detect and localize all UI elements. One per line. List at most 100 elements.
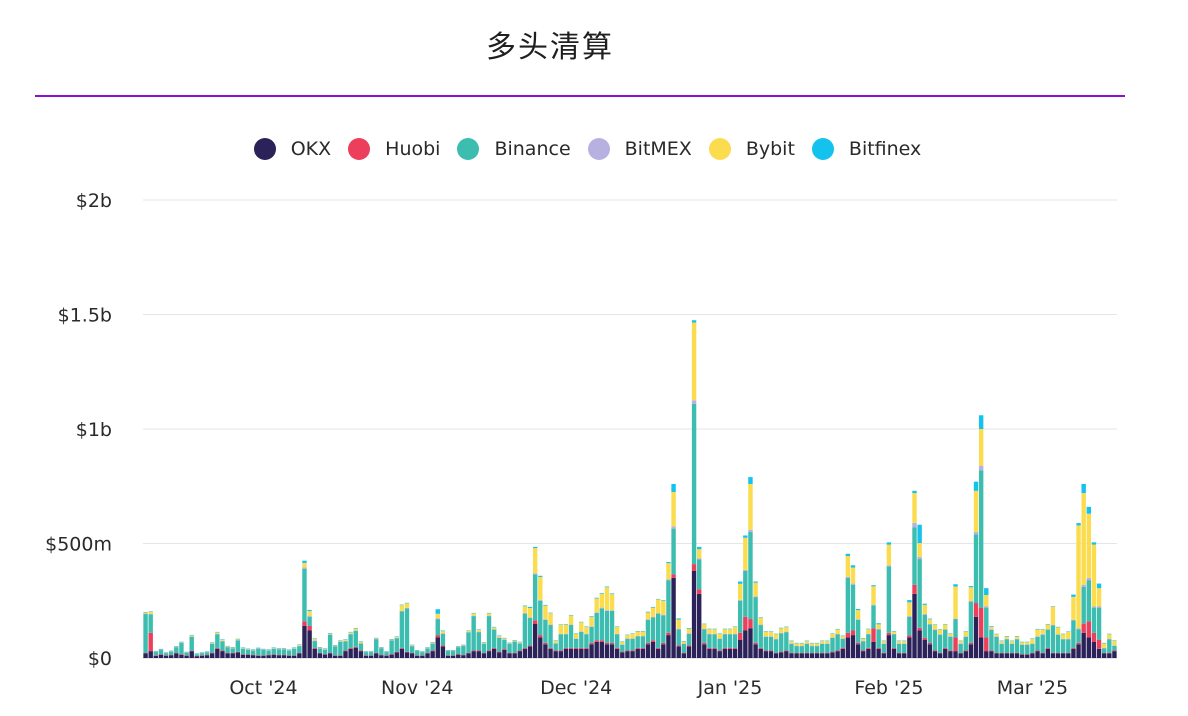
- bar-segment-bitfinex: [220, 639, 225, 640]
- bar-segment-bitfinex: [702, 623, 707, 625]
- bar-segment-binance: [825, 643, 830, 653]
- bar-segment-huobi: [732, 647, 738, 649]
- bar-segment-binance: [814, 646, 820, 653]
- bar-segment-bitmex: [630, 638, 635, 640]
- bar-segment-okx: [907, 637, 912, 658]
- bar-segment-bybit: [358, 641, 364, 644]
- bar-segment-bybit: [958, 641, 963, 644]
- bar-segment-huobi: [994, 652, 999, 654]
- bar-segment-binance: [210, 643, 215, 653]
- bar-segment-bitmex: [317, 648, 323, 649]
- bar-segment-bitfinex: [809, 642, 815, 644]
- bar-segment-binance: [215, 634, 220, 648]
- bar-segment-bybit: [435, 613, 440, 619]
- bar-segment-huobi: [1045, 647, 1050, 649]
- bar-segment-bitmex: [589, 626, 594, 627]
- bar-segment-bybit: [902, 641, 907, 644]
- bar-segment-binance: [681, 643, 687, 653]
- bar-segment-bitfinex: [686, 628, 692, 629]
- bar-segment-huobi: [1066, 652, 1071, 654]
- bar-segment-bitmex: [261, 649, 266, 651]
- bar-segment-bitfinex: [676, 618, 681, 620]
- bar-segment-bitmex: [645, 619, 651, 620]
- bar-segment-bitmex: [1019, 644, 1025, 645]
- bar-segment-bitfinex: [245, 648, 251, 650]
- bar-segment-okx: [1050, 653, 1056, 658]
- bar-segment-okx: [404, 652, 410, 658]
- bar-segment-bitfinex: [225, 645, 230, 647]
- bar-segment-binance: [932, 629, 938, 651]
- bar-segment-bitfinex: [779, 627, 784, 629]
- bar-segment-bybit: [753, 582, 758, 597]
- bar-segment-huobi: [1019, 654, 1025, 655]
- bar-segment-okx: [322, 654, 328, 658]
- bar-segment-binance: [691, 403, 697, 565]
- bar-segment-huobi: [502, 649, 507, 650]
- bar-segment-huobi: [779, 651, 784, 653]
- bar-segment-bitmex: [179, 642, 184, 644]
- bar-segment-bitmex: [650, 616, 656, 618]
- bar-segment-okx: [953, 651, 958, 658]
- bar-segment-binance: [158, 649, 164, 655]
- bar-segment-bybit: [655, 599, 661, 614]
- bar-segment-huobi: [179, 654, 184, 655]
- bar-segment-binance: [497, 637, 502, 652]
- bar-segment-okx: [399, 648, 405, 658]
- bar-segment-bitmex: [804, 643, 810, 644]
- bar-segment-bitfinex: [517, 641, 522, 643]
- bar-segment-okx: [948, 651, 953, 658]
- bar-segment-bybit: [1025, 642, 1030, 645]
- bar-segment-binance: [399, 611, 405, 648]
- bar-segment-binance: [1107, 639, 1112, 653]
- bar-segment-bitfinex: [768, 631, 774, 632]
- bar-segment-binance: [415, 650, 420, 656]
- bar-segment-bybit: [973, 490, 979, 533]
- bar-segment-bitmex: [204, 652, 210, 653]
- bar-segment-okx: [266, 655, 271, 658]
- bar-segment-okx: [1035, 651, 1040, 658]
- bar-segment-huobi: [168, 655, 174, 656]
- bar-segment-huobi: [486, 650, 492, 652]
- bar-segment-binance: [738, 600, 743, 633]
- bar-segment-bybit: [522, 606, 528, 614]
- bar-segment-bitmex: [384, 651, 389, 653]
- bar-segment-okx: [1025, 654, 1030, 658]
- bar-segment-bitmex: [871, 604, 876, 606]
- bar-segment-bitfinex: [599, 593, 605, 594]
- bar-segment-binance: [640, 636, 646, 648]
- bar-segment-binance: [168, 651, 174, 656]
- bar-segment-okx: [384, 655, 389, 658]
- bar-segment-bitmex: [276, 649, 282, 650]
- bar-segment-bitmex: [271, 648, 276, 649]
- bar-segment-huobi: [743, 616, 748, 631]
- bar-segment-okx: [368, 655, 374, 658]
- bar-segment-bitmex: [820, 643, 825, 644]
- bar-segment-huobi: [194, 655, 200, 657]
- bar-segment-okx: [594, 641, 599, 658]
- bar-segment-bitmex: [712, 633, 717, 635]
- bar-segment-bitfinex: [399, 604, 405, 606]
- bar-segment-bybit: [702, 624, 707, 629]
- bar-segment-bitmex: [1091, 606, 1097, 608]
- bar-segment-okx: [886, 635, 892, 658]
- bar-segment-binance: [527, 617, 533, 646]
- bar-segment-bitmex: [902, 643, 907, 644]
- bar-segment-bitmex: [456, 647, 461, 648]
- bar-segment-okx: [379, 655, 384, 658]
- bar-segment-huobi: [1040, 652, 1045, 654]
- bar-segment-binance: [563, 634, 569, 648]
- bar-segment-binance: [1060, 639, 1066, 653]
- bar-segment-okx: [271, 654, 276, 658]
- bar-segment-bybit: [189, 635, 194, 637]
- bar-segment-bitmex: [445, 650, 451, 652]
- bar-segment-bitfinex: [814, 642, 820, 644]
- bar-segment-binance: [251, 650, 256, 656]
- bar-segment-okx: [194, 656, 200, 658]
- bar-segment-binance: [671, 528, 676, 575]
- bar-segment-bitmex: [491, 629, 497, 630]
- bar-segment-bybit: [871, 586, 876, 605]
- bar-segment-bitfinex: [640, 630, 646, 632]
- bar-segment-bitmex: [333, 646, 338, 647]
- bar-segment-okx: [548, 648, 553, 658]
- bar-segment-okx: [297, 653, 302, 658]
